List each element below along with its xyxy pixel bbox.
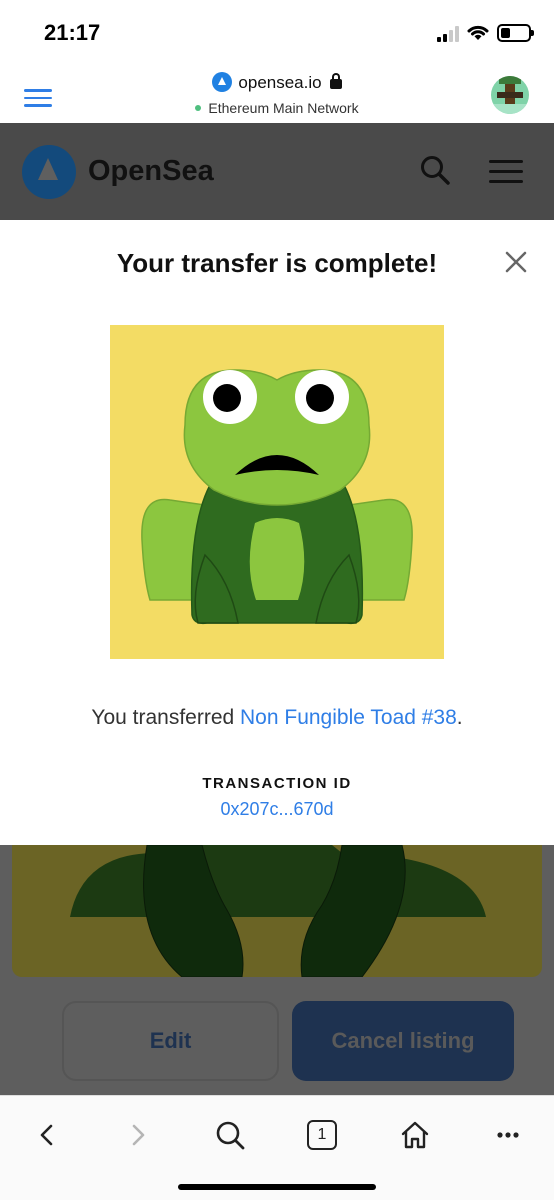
address-bar[interactable]: opensea.io	[0, 72, 554, 93]
transfer-complete-modal: Your transfer is complete! You transferr…	[0, 220, 554, 845]
status-bar: 21:17	[0, 0, 554, 62]
home-icon[interactable]	[400, 1120, 430, 1150]
network-status-dot	[195, 105, 202, 111]
menu-icon[interactable]	[489, 160, 523, 184]
opensea-logo-icon	[212, 72, 233, 92]
tabs-icon[interactable]: 1	[307, 1120, 337, 1150]
chevron-right-icon[interactable]	[123, 1120, 153, 1150]
nft-image-background	[12, 845, 542, 977]
transfer-prefix: You transferred	[91, 706, 241, 729]
transfer-suffix: .	[456, 706, 463, 729]
tab-count: 1	[317, 1126, 327, 1143]
opensea-brand: OpenSea	[88, 155, 214, 187]
modal-title: Your transfer is complete!	[116, 248, 438, 278]
transfer-message: You transferred Non Fungible Toad #38.	[0, 706, 554, 730]
opensea-header: OpenSea	[0, 123, 554, 220]
status-time: 21:17	[44, 20, 101, 45]
search-icon[interactable]	[215, 1120, 245, 1150]
network-name: Ethereum Main Network	[208, 100, 359, 116]
browser-header: opensea.io Ethereum Main Network	[0, 62, 554, 123]
transaction-id-link[interactable]: 0x207c...670d	[0, 799, 554, 820]
nft-name-link[interactable]: Non Fungible Toad #38	[240, 706, 457, 729]
more-icon[interactable]	[494, 1120, 524, 1150]
wifi-icon	[467, 25, 489, 40]
network-status[interactable]: Ethereum Main Network	[0, 100, 554, 116]
cellular-signal-icon	[437, 26, 463, 42]
edit-button[interactable]: Edit	[62, 1001, 279, 1081]
transaction-id-label: TRANSACTION ID	[202, 775, 352, 792]
site-domain: opensea.io	[238, 73, 322, 92]
nft-image	[110, 325, 444, 659]
close-icon[interactable]	[502, 248, 530, 276]
search-icon[interactable]	[420, 155, 450, 185]
avatar[interactable]	[491, 76, 529, 114]
opensea-logo-icon[interactable]	[22, 145, 76, 199]
toad-illustration	[110, 325, 444, 659]
battery-icon	[497, 24, 534, 42]
chevron-left-icon[interactable]	[32, 1120, 62, 1150]
lock-icon	[329, 73, 342, 89]
cancel-listing-button[interactable]: Cancel listing	[292, 1001, 514, 1081]
home-indicator	[178, 1184, 376, 1190]
